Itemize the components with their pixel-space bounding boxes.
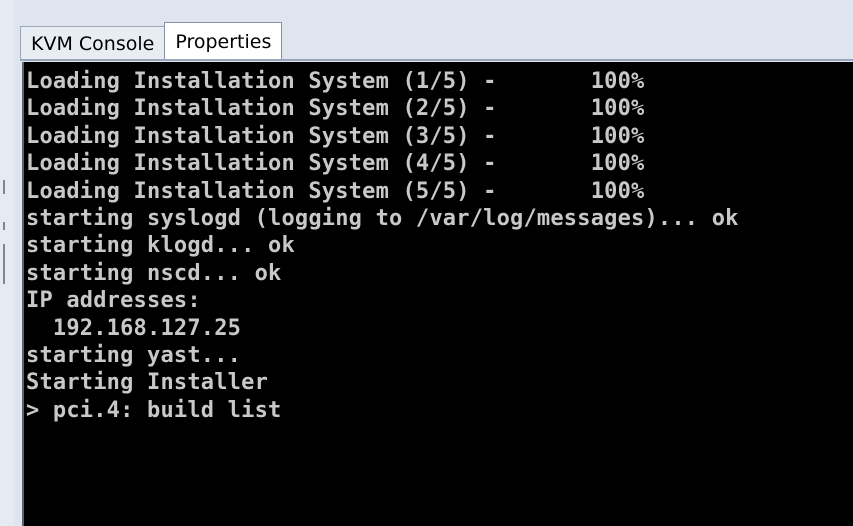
kvm-window: KVM Console Properties Loading Installat…: [14, 0, 853, 526]
console-line: Loading Installation System (5/5) - 100%: [26, 178, 645, 204]
edge-mark: [3, 222, 5, 230]
console-line: Loading Installation System (2/5) - 100%: [26, 96, 645, 122]
tab-kvm-console[interactable]: KVM Console: [20, 26, 166, 60]
edge-mark: [3, 180, 5, 194]
console-line: 192.168.127.25: [26, 315, 242, 341]
console-line: Loading Installation System (4/5) - 100%: [26, 151, 645, 177]
console-line: > pci.4: build list: [26, 397, 282, 423]
console-line: starting nscd... ok: [26, 260, 282, 286]
console-output: Loading Installation System (1/5) - 100%…: [26, 68, 739, 424]
tab-bar: KVM Console Properties: [20, 20, 283, 60]
console-line: starting klogd... ok: [26, 233, 295, 259]
kvm-console-screen[interactable]: Loading Installation System (1/5) - 100%…: [22, 62, 853, 526]
console-line: Loading Installation System (1/5) - 100%: [26, 69, 645, 94]
tab-properties[interactable]: Properties: [164, 22, 283, 60]
tab-divider: [20, 59, 853, 61]
console-line: Loading Installation System (3/5) - 100%: [26, 123, 645, 149]
console-line: Starting Installer: [26, 370, 269, 396]
console-line: starting syslogd (logging to /var/log/me…: [26, 206, 739, 232]
edge-mark: [3, 244, 5, 284]
left-window-edge: [0, 0, 15, 526]
console-line: IP addresses:: [26, 288, 201, 314]
console-line: starting yast...: [26, 343, 242, 369]
